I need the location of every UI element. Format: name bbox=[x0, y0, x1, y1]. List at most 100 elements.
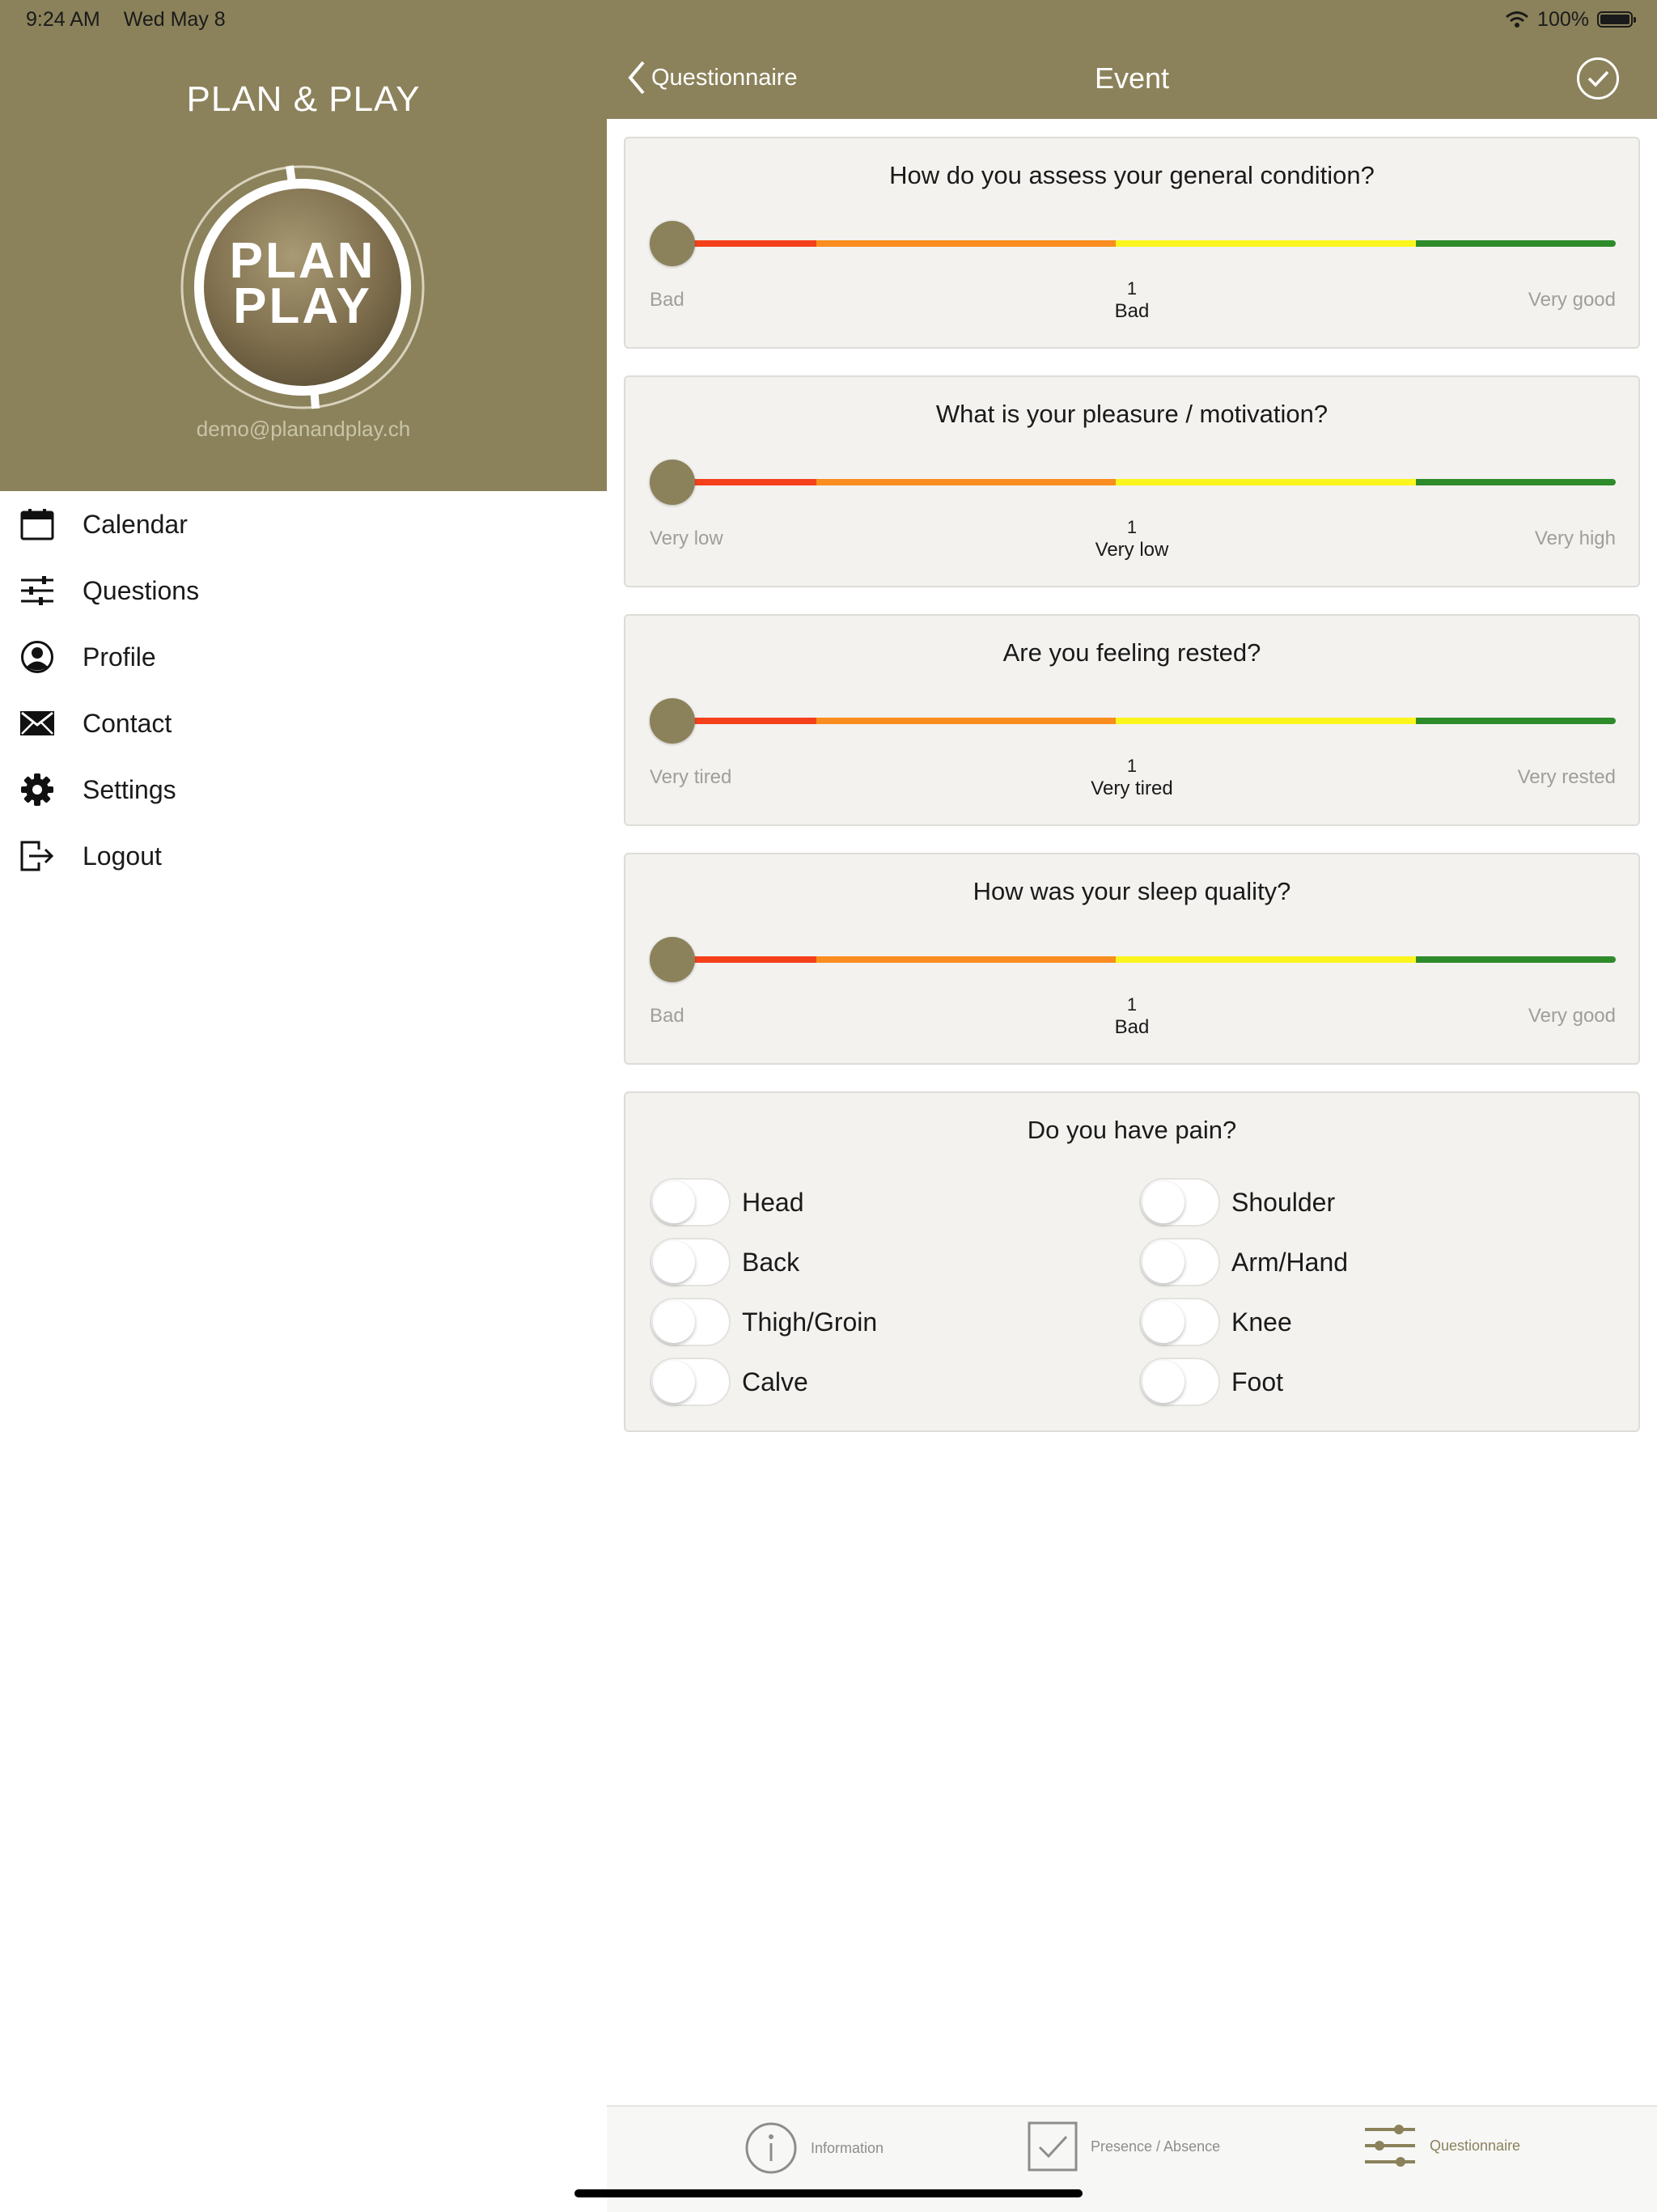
plan-play-logo: PLAN PLAY bbox=[180, 165, 425, 409]
wifi-icon bbox=[1506, 11, 1529, 28]
toggle-thigh-groin[interactable]: Thigh/Groin bbox=[650, 1298, 877, 1346]
toggle-switch[interactable] bbox=[1139, 1178, 1220, 1227]
question-title: How do you assess your general condition… bbox=[889, 161, 1375, 189]
toggle-shoulder[interactable]: Shoulder bbox=[1139, 1178, 1335, 1227]
slider-track[interactable] bbox=[650, 718, 1616, 724]
slider-track-segment bbox=[1116, 240, 1416, 247]
sidebar-item-questions[interactable]: Questions bbox=[0, 557, 607, 624]
slider-thumb[interactable] bbox=[650, 698, 695, 744]
sliders-icon bbox=[1365, 2125, 1415, 2167]
toggle-switch[interactable] bbox=[650, 1358, 731, 1406]
sidebar-item-label: Calendar bbox=[83, 509, 188, 539]
slider-max-label: Very good bbox=[1528, 1005, 1616, 1027]
slider-track-segment bbox=[816, 718, 1117, 724]
toggle-calve[interactable]: Calve bbox=[650, 1358, 808, 1406]
status-bar-right: 100% bbox=[1505, 6, 1636, 32]
slider-track[interactable] bbox=[650, 956, 1616, 963]
status-bar-left: 9:24 AM Wed May 8 bbox=[26, 8, 244, 32]
toggle-label: Foot bbox=[1231, 1367, 1284, 1396]
slider-track[interactable] bbox=[650, 479, 1616, 485]
confirm-check-icon[interactable] bbox=[1576, 57, 1620, 100]
sidebar-item-label: Profile bbox=[83, 642, 156, 672]
sidebar-item-label: Contact bbox=[83, 708, 172, 738]
page-title: Event bbox=[1094, 61, 1170, 95]
question-card: What is your pleasure / motivation? Very… bbox=[624, 375, 1640, 587]
logo-text-bottom: PLAY bbox=[233, 278, 372, 334]
question-title: How was your sleep quality? bbox=[973, 877, 1291, 905]
toggle-back[interactable]: Back bbox=[650, 1238, 799, 1286]
slider-max-label: Very rested bbox=[1517, 766, 1616, 788]
slider-track-segment bbox=[816, 240, 1117, 247]
slider-track[interactable] bbox=[650, 240, 1616, 247]
slider-track-segment bbox=[1116, 479, 1416, 485]
sidebar-item-calendar[interactable]: Calendar bbox=[0, 491, 607, 557]
sidebar-item-label: Settings bbox=[83, 774, 176, 804]
slider-value: 1 bbox=[1126, 278, 1138, 299]
question-card: How do you assess your general condition… bbox=[624, 137, 1640, 349]
checkbox-icon bbox=[1028, 2121, 1078, 2172]
pain-card: Do you have pain? Head Shoulder Back Arm… bbox=[624, 1091, 1640, 1432]
slider-thumb[interactable] bbox=[650, 221, 695, 266]
toggle-switch[interactable] bbox=[1139, 1238, 1220, 1286]
toggle-label: Calve bbox=[742, 1367, 808, 1396]
home-indicator bbox=[574, 2189, 1083, 2197]
tab-label: Information bbox=[811, 2139, 884, 2156]
toggle-switch[interactable] bbox=[650, 1298, 731, 1346]
slider-thumb[interactable] bbox=[650, 460, 695, 505]
profile-icon bbox=[19, 639, 55, 675]
toggle-head[interactable]: Head bbox=[650, 1178, 804, 1227]
slider-value-label: Bad bbox=[1114, 300, 1150, 322]
slider-thumb[interactable] bbox=[650, 937, 695, 982]
sliders-icon bbox=[19, 573, 55, 608]
slider-track-segment bbox=[816, 479, 1117, 485]
tab-information[interactable]: Information bbox=[744, 2121, 884, 2175]
slider-value-label: Very tired bbox=[1091, 778, 1173, 799]
slider-track-segment bbox=[816, 956, 1117, 963]
sidebar-menu: Calendar Questions Profile Contact Setti… bbox=[0, 491, 607, 889]
battery-percentage: 100% bbox=[1537, 7, 1589, 31]
toggle-switch[interactable] bbox=[650, 1178, 731, 1227]
slider-track-segment bbox=[1415, 718, 1616, 724]
info-icon bbox=[745, 2122, 797, 2174]
toggle-knee[interactable]: Knee bbox=[1139, 1298, 1292, 1346]
sidebar-item-label: Questions bbox=[83, 575, 200, 605]
gear-icon bbox=[19, 772, 55, 807]
slider-track-segment bbox=[1116, 718, 1416, 724]
slider-track-segment bbox=[1415, 240, 1616, 247]
question-title: Are you feeling rested? bbox=[1002, 638, 1261, 667]
sidebar-item-settings[interactable]: Settings bbox=[0, 756, 607, 823]
pain-title: Do you have pain? bbox=[1027, 1116, 1237, 1144]
toggle-foot[interactable]: Foot bbox=[1139, 1358, 1283, 1406]
toggle-switch[interactable] bbox=[1139, 1298, 1220, 1346]
toggle-label: Arm/Hand bbox=[1231, 1247, 1349, 1277]
user-email: demo@planandplay.ch bbox=[196, 417, 411, 441]
question-title: What is your pleasure / motivation? bbox=[935, 400, 1329, 428]
slider-max-label: Very good bbox=[1528, 289, 1616, 311]
toggle-switch[interactable] bbox=[1139, 1358, 1220, 1406]
sidebar-header: 9:24 AM Wed May 8 PLAN & PLAY PLAN PLAY … bbox=[0, 0, 607, 491]
question-card: Are you feeling rested? Very tired 1 Ver… bbox=[624, 614, 1640, 826]
tab-presence-absence[interactable]: Presence / Absence bbox=[1028, 2121, 1220, 2172]
question-card: How was your sleep quality? Bad 1 Bad Ve… bbox=[624, 853, 1640, 1065]
toggle-label: Knee bbox=[1231, 1307, 1292, 1337]
sidebar-item-contact[interactable]: Contact bbox=[0, 690, 607, 756]
envelope-icon bbox=[19, 706, 55, 741]
sidebar-item-logout[interactable]: Logout bbox=[0, 823, 607, 889]
tab-label: Questionnaire bbox=[1430, 2137, 1521, 2154]
slider-track-segment bbox=[1116, 956, 1416, 963]
sidebar-item-profile[interactable]: Profile bbox=[0, 624, 607, 690]
battery-icon bbox=[1597, 11, 1636, 28]
slider-max-label: Very high bbox=[1534, 528, 1616, 549]
slider-track-segment bbox=[1415, 479, 1616, 485]
slider-track-segment bbox=[1415, 956, 1616, 963]
slider-value: 1 bbox=[1126, 994, 1138, 1015]
slider-value-label: Bad bbox=[1114, 1016, 1150, 1038]
tab-questionnaire[interactable]: Questionnaire bbox=[1363, 2121, 1520, 2170]
toggle-label: Back bbox=[742, 1247, 800, 1277]
slider-value-label: Very low bbox=[1095, 539, 1169, 561]
tab-label: Presence / Absence bbox=[1091, 2138, 1221, 2155]
toggle-arm-hand[interactable]: Arm/Hand bbox=[1139, 1238, 1348, 1286]
sidebar-item-label: Logout bbox=[83, 841, 162, 871]
toggle-switch[interactable] bbox=[650, 1238, 731, 1286]
app-title: PLAN & PLAY bbox=[186, 79, 421, 119]
